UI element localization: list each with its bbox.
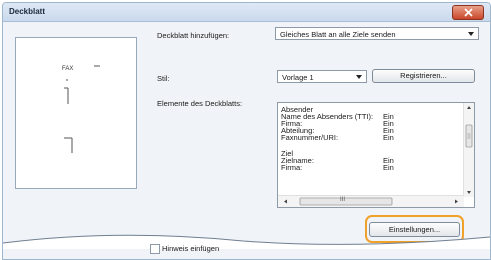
svg-text:FAX: FAX (62, 66, 73, 72)
chevron-down-icon (356, 75, 362, 79)
style-select[interactable]: Vorlage 1 (277, 70, 367, 83)
scrollbar-icon (284, 197, 458, 206)
title-bar: Deckblatt (3, 3, 490, 22)
style-label: Stil: (157, 74, 170, 83)
cover-sheet-preview: FAX (15, 37, 137, 189)
register-button[interactable]: Registrieren... (372, 69, 475, 83)
insert-note-label: Hinweis einfügen (162, 244, 220, 253)
add-cover-select[interactable]: Gleiches Blatt an alle Ziele senden (275, 27, 479, 40)
vertical-scrollbar[interactable] (463, 103, 474, 197)
list-item-value: Ein (383, 133, 394, 142)
elements-label: Elemente des Deckblatts: (157, 99, 243, 108)
torn-edge-divider (3, 234, 490, 249)
chevron-down-icon (468, 32, 474, 36)
scrollbar-icon (465, 106, 473, 194)
horizontal-scrollbar[interactable]: III (278, 195, 464, 207)
dialog-window: Deckblatt FAX Deckblatt hinzufügen: Glei… (2, 2, 491, 260)
insert-note-checkbox[interactable] (150, 244, 160, 254)
elements-list[interactable]: Absender Name des Absenders (TTI): Ein F… (277, 102, 475, 208)
style-value: Vorlage 1 (282, 73, 314, 82)
preview-layout-icon: FAX (62, 65, 100, 153)
window-title: Deckblatt (9, 7, 46, 16)
list-item: Faxnummer/URI: (281, 133, 339, 142)
scrollbar-grip: III (340, 197, 346, 203)
close-button[interactable] (452, 5, 484, 20)
list-item: Firma: (281, 163, 303, 172)
add-cover-label: Deckblatt hinzufügen: (157, 31, 230, 40)
close-icon (463, 8, 473, 17)
list-item-value: Ein (383, 163, 394, 172)
add-cover-value: Gleiches Blatt an alle Ziele senden (280, 30, 396, 39)
